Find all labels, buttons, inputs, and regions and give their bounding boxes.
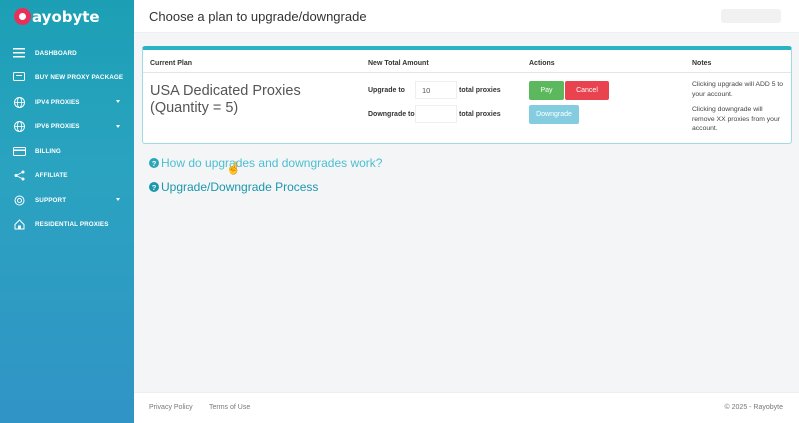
sidebar-item-label: IPV6 PROXIES (35, 123, 80, 131)
sidebar-item-label: BUY NEW PROXY PACKAGE (35, 74, 124, 82)
cart-icon (12, 71, 26, 85)
gear-icon (12, 193, 26, 207)
brand-name: ayobyte (32, 7, 100, 26)
sidebar-item-affiliate[interactable]: AFFILIATE (0, 164, 134, 189)
home-icon (12, 218, 26, 232)
sidebar-item-label: BILLING (35, 147, 61, 155)
upgrade-quantity-input[interactable] (415, 81, 457, 99)
page-header: Choose a plan to upgrade/downgrade (134, 0, 799, 33)
sidebar-item-support[interactable]: SUPPORT (0, 188, 134, 213)
share-icon (12, 169, 26, 183)
sidebar-nav: DASHBOARD BUY NEW PROXY PACKAGE IPV4 PRO… (0, 41, 134, 237)
sidebar-item-ipv6-proxies[interactable]: IPV6 PROXIES (0, 115, 134, 140)
sidebar-item-label: DASHBOARD (35, 49, 77, 57)
hand-cursor-icon: ☝ (226, 161, 241, 175)
cancel-button[interactable]: Cancel (565, 81, 609, 100)
current-plan-name: USA Dedicated Proxies (Quantity = 5) (150, 83, 301, 116)
page-title: Choose a plan to upgrade/downgrade (149, 8, 367, 24)
sidebar-item-residential-proxies[interactable]: RESIDENTIAL PROXIES (0, 213, 134, 238)
list-icon (12, 46, 26, 60)
column-header-actions: Actions (529, 60, 555, 67)
upgrade-label: Upgrade to (368, 87, 405, 94)
upgrade-process-text: Upgrade/Downgrade Process (161, 180, 319, 194)
user-menu[interactable] (721, 9, 781, 23)
card-icon (12, 144, 26, 158)
how-upgrades-work-link[interactable]: ? How do upgrades and downgrades work? (149, 156, 382, 170)
sidebar-item-buy-new-proxy-package[interactable]: BUY NEW PROXY PACKAGE (0, 66, 134, 91)
chevron-down-icon (116, 100, 120, 103)
terms-of-use-link[interactable]: Terms of Use (209, 404, 250, 411)
sidebar-item-dashboard[interactable]: DASHBOARD (0, 41, 134, 66)
chevron-down-icon (116, 198, 120, 201)
privacy-policy-link[interactable]: Privacy Policy (149, 404, 193, 411)
sidebar-item-label: RESIDENTIAL PROXIES (35, 221, 109, 229)
downgrade-label: Downgrade to (368, 111, 415, 118)
how-upgrades-work-text: How do upgrades and downgrades work? (161, 156, 383, 170)
pay-button[interactable]: Pay (529, 81, 564, 100)
downgrade-quantity-input[interactable] (415, 105, 457, 123)
chevron-down-icon (116, 124, 120, 128)
sidebar-item-label: AFFILIATE (35, 172, 68, 180)
upgrade-process-link[interactable]: ? Upgrade/Downgrade Process (149, 180, 318, 194)
sidebar: ayobyte DASHBOARD BUY NEW PROXY PACKAGE … (0, 0, 134, 423)
upgrade-unit: total proxies (459, 87, 501, 94)
sidebar-item-billing[interactable]: BILLING (0, 139, 134, 164)
downgrade-button[interactable]: Downgrade (529, 105, 579, 124)
brand-logo[interactable]: ayobyte (0, 0, 134, 33)
column-header-new-total: New Total Amount (368, 60, 429, 67)
sidebar-item-label: SUPPORT (35, 196, 67, 204)
downgrade-unit: total proxies (459, 111, 501, 118)
copyright-text: © 2025 - Rayobyte (724, 404, 783, 411)
sidebar-item-ipv4-proxies[interactable]: IPV4 PROXIES (0, 90, 134, 115)
footer: Privacy Policy Terms of Use © 2025 - Ray… (134, 392, 799, 423)
question-circle-icon: ? (149, 158, 159, 168)
column-header-notes: Notes (692, 60, 712, 67)
sidebar-item-label: IPV4 PROXIES (35, 98, 80, 106)
globe-icon (12, 95, 26, 109)
question-circle-icon: ? (149, 182, 159, 192)
header-divider (143, 72, 791, 73)
upgrade-note: Clicking upgrade will ADD 5 to your acco… (692, 81, 784, 98)
logo-icon (14, 8, 31, 25)
downgrade-note: Clicking downgrade will remove XX proxie… (692, 106, 781, 132)
globe-icon (12, 120, 26, 134)
plan-table: Current Plan New Total Amount Actions No… (142, 46, 792, 144)
column-header-current-plan: Current Plan (150, 60, 193, 67)
